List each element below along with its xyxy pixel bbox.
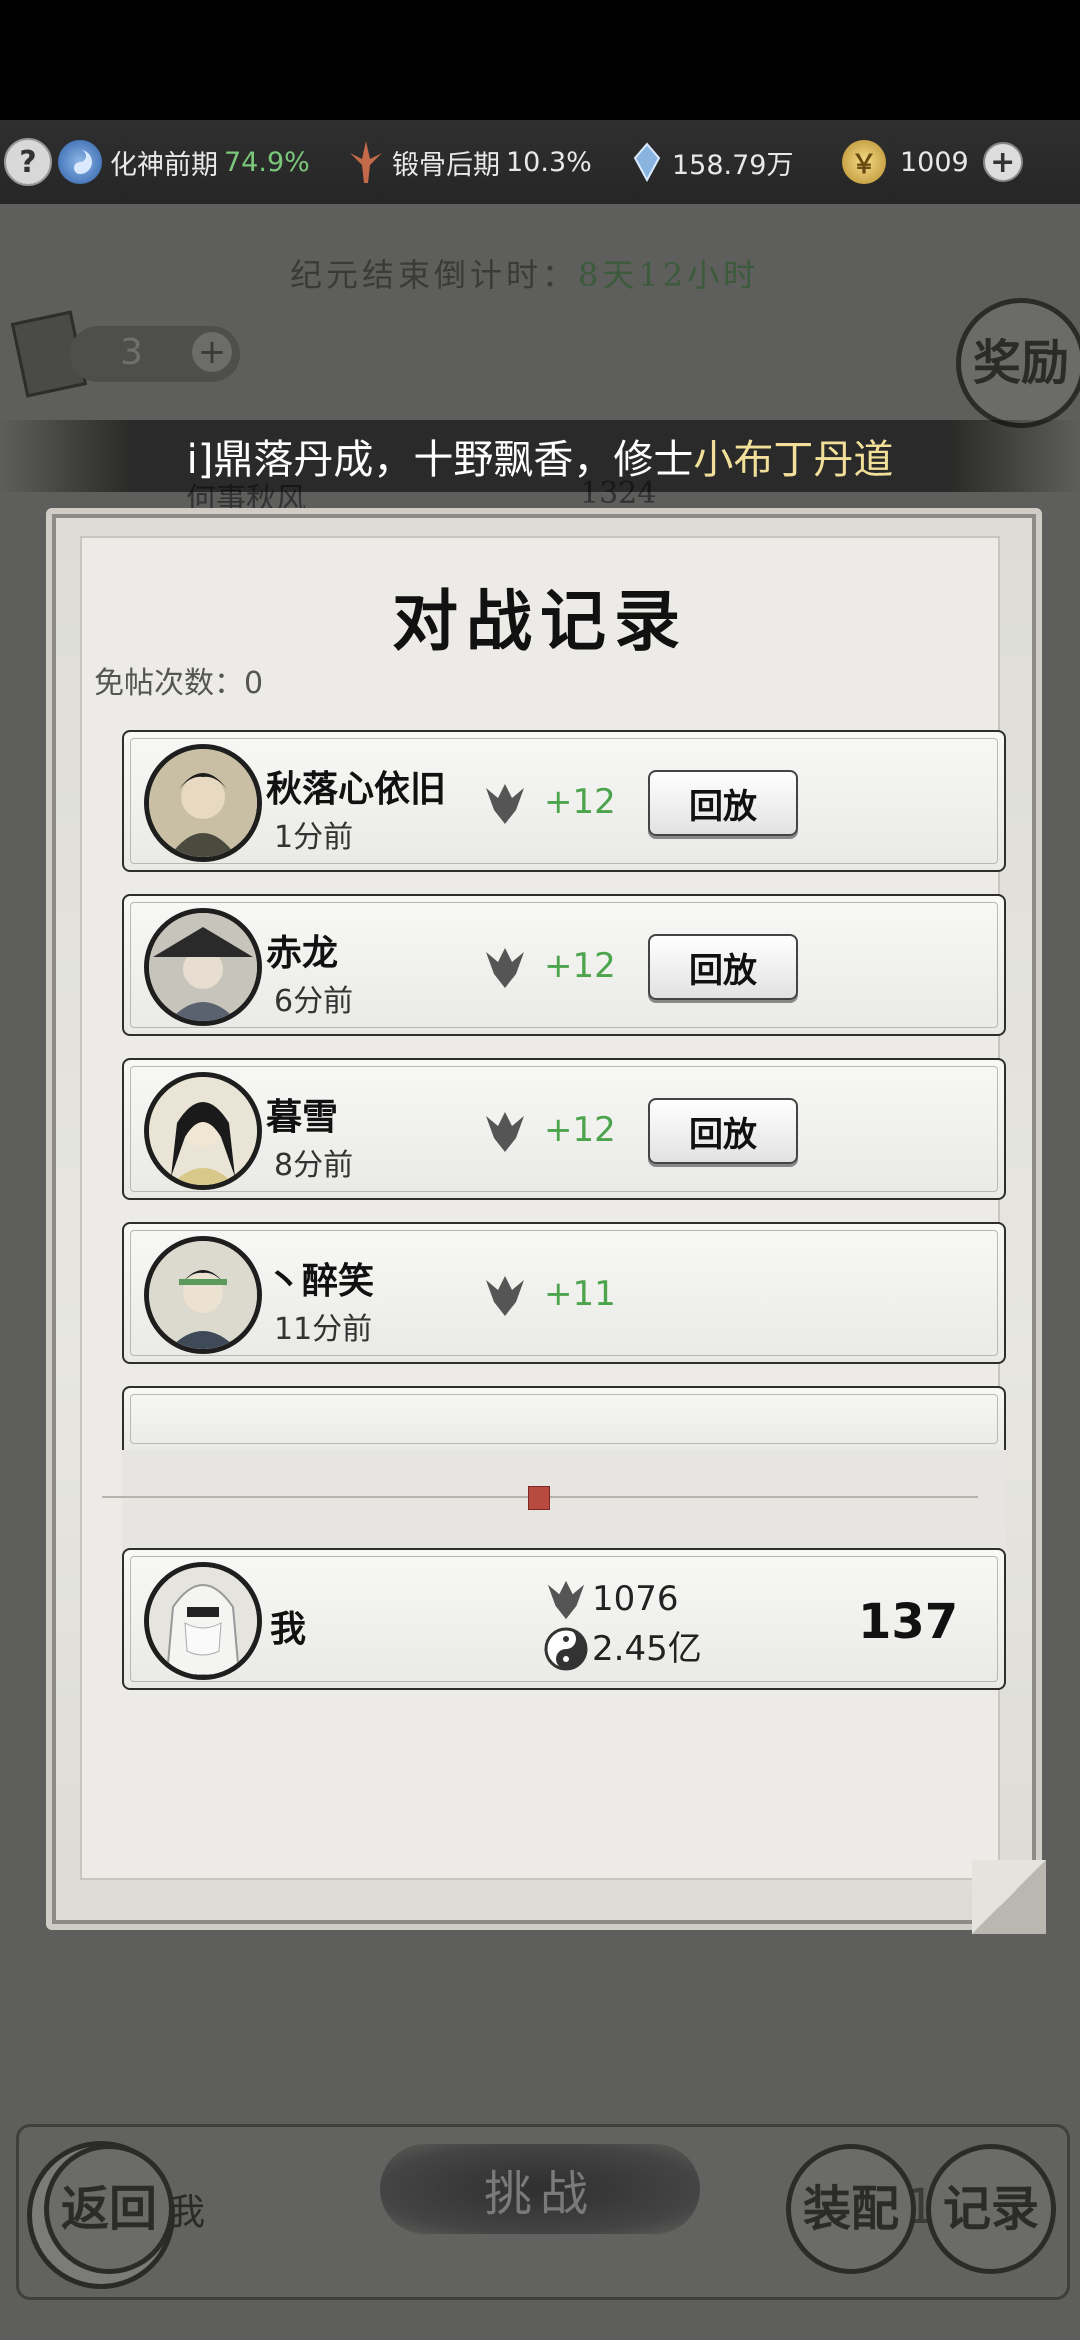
- record-row: 秋落心依旧 1分前 +12 回放: [122, 730, 1006, 872]
- list-scroll-mask: [122, 1450, 1006, 1560]
- my-name-bg: 我: [169, 2192, 206, 2233]
- question-mark-icon: ?: [4, 138, 52, 186]
- score-change: +12: [544, 782, 616, 822]
- dialog-panel: 对战记录 免帖次数：0 秋落心依旧 1分前 +12 回放 赤龙 6分前 +12 …: [80, 536, 1006, 1880]
- taiji-orb-icon: [58, 140, 102, 184]
- system-status-bar: [0, 0, 1080, 120]
- seal-stamp-icon: [528, 1486, 550, 1510]
- record-row: 丶醉笑 11分前 +11: [122, 1222, 1006, 1364]
- equip-button[interactable]: 装配: [786, 2144, 916, 2274]
- my-power: 2.45亿: [592, 1629, 702, 1669]
- score-change: +12: [544, 1110, 616, 1150]
- record-time: 1分前: [274, 820, 354, 855]
- replay-button[interactable]: 回放: [648, 934, 798, 1000]
- record-row: 赤龙 6分前 +12 回放: [122, 894, 1006, 1036]
- challenge-label: 挑战: [483, 2166, 596, 2222]
- rank-emblem-icon: [486, 1276, 524, 1316]
- opponent-avatar[interactable]: [144, 1072, 262, 1190]
- help-button[interactable]: ?: [4, 120, 52, 204]
- reward-button[interactable]: 奖励: [956, 298, 1080, 428]
- score-change: +12: [544, 946, 616, 986]
- replay-button[interactable]: 回放: [648, 1098, 798, 1164]
- ticket-count: 3: [120, 332, 143, 373]
- countdown-label: 纪元结束倒计时：: [290, 256, 579, 294]
- realm-body-name: 锻骨后期: [392, 149, 500, 181]
- my-summary-row: 我 1076 2.45亿 137: [122, 1548, 1006, 1690]
- era-countdown: 纪元结束倒计时：8天12小时: [290, 250, 759, 296]
- realm-body-percent: 10.3%: [506, 146, 592, 178]
- free-count-label: 免帖次数：0: [94, 666, 264, 701]
- announcement-text: i]鼎落丹成，十野飘香，修士: [186, 437, 694, 483]
- record-row: 暮雪 8分前 +12 回放: [122, 1058, 1006, 1200]
- spirit-crystal-icon: [633, 142, 661, 182]
- opponent-name: 赤龙: [266, 933, 339, 974]
- record-label: 记录: [942, 2181, 1039, 2237]
- plus-icon[interactable]: +: [982, 142, 1023, 182]
- battle-record-dialog: 对战记录 免帖次数：0 秋落心依旧 1分前 +12 回放 赤龙 6分前 +12 …: [46, 508, 1046, 1934]
- my-name: 我: [270, 1609, 307, 1650]
- taiji-icon: [544, 1627, 588, 1671]
- opponent-avatar[interactable]: [144, 908, 262, 1026]
- replay-button[interactable]: 回放: [648, 770, 798, 836]
- my-stats: 1076 2.45亿: [544, 1574, 702, 1674]
- spirit-stone-counter[interactable]: 158.79万: [632, 120, 793, 204]
- spirit-stone-value: 158.79万: [672, 149, 794, 181]
- record-time: 11分前: [274, 1312, 373, 1347]
- record-time: 8分前: [274, 1148, 354, 1183]
- challenge-button[interactable]: 挑战: [380, 2144, 700, 2234]
- score-change: +11: [544, 1274, 616, 1314]
- opponent-avatar[interactable]: [144, 744, 262, 862]
- realm-primary-name: 化神前期: [110, 149, 218, 181]
- opponent-name: 秋落心依旧: [266, 769, 447, 810]
- coin-value: 1009: [900, 146, 969, 178]
- opponent-avatar[interactable]: [144, 1236, 262, 1354]
- add-ticket-icon[interactable]: +: [192, 332, 232, 372]
- back-button[interactable]: 返回: [44, 2144, 174, 2274]
- rank-emblem-icon: [486, 784, 524, 824]
- opponent-name: 丶醉笑: [266, 1261, 375, 1302]
- announcement-highlight: 小布丁丹道: [693, 437, 894, 483]
- equip-label: 装配: [802, 2181, 899, 2237]
- my-rating: 1076: [592, 1579, 679, 1619]
- record-row-partial[interactable]: [122, 1386, 1006, 1450]
- reward-label: 奖励: [972, 335, 1069, 391]
- dialog-title: 对战记录: [392, 582, 688, 660]
- my-rank: 137: [858, 1594, 959, 1650]
- resource-bar: ? 化神前期 74.9% 锻骨后期 10.3% 158.79万 ￥ 1009 +: [0, 120, 1080, 206]
- page-curl-decoration: [972, 1860, 1046, 1934]
- back-label: 返回: [60, 2181, 157, 2237]
- countdown-value: 8天12小时: [578, 256, 760, 294]
- rank-emblem-icon: [486, 948, 524, 988]
- announcement-marquee: i]鼎落丹成，十野飘香，修士 小布丁丹道: [0, 420, 1080, 492]
- coin-counter[interactable]: ￥ 1009 +: [842, 120, 1023, 204]
- rank-emblem-icon: [547, 1580, 585, 1620]
- realm-primary-percent: 74.9%: [224, 146, 310, 178]
- realm-body[interactable]: 锻骨后期 10.3%: [348, 120, 592, 204]
- bone-spike-icon: [350, 141, 382, 183]
- my-avatar: [144, 1562, 262, 1680]
- rank-emblem-icon: [486, 1112, 524, 1152]
- ticket-counter: 3 +: [70, 326, 240, 382]
- opponent-name: 暮雪: [266, 1097, 339, 1138]
- realm-primary[interactable]: 化神前期 74.9%: [58, 120, 310, 204]
- record-time: 6分前: [274, 984, 354, 1019]
- gold-coin-icon: ￥: [842, 140, 886, 184]
- record-button[interactable]: 记录: [926, 2144, 1056, 2274]
